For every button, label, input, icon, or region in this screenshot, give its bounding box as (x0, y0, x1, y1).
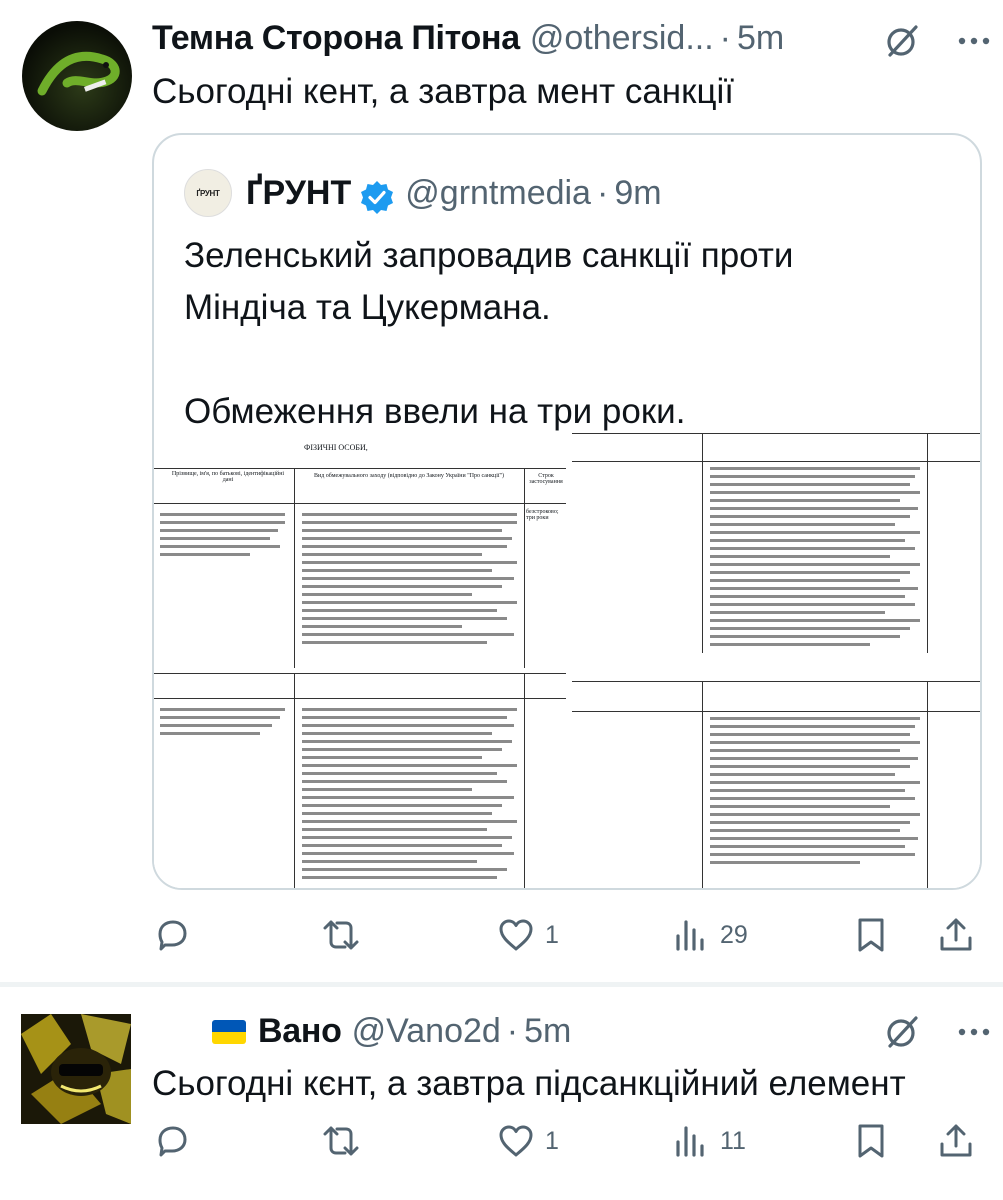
tweet-actions: 1 29 (152, 910, 982, 960)
retweet-icon (323, 920, 359, 950)
quoted-tweet-text: Зеленський запровадив санкції проти Мінд… (184, 230, 793, 438)
analytics-icon (676, 920, 704, 951)
share-icon (940, 918, 972, 951)
like-count: 1 (545, 920, 559, 949)
separator-dot: · (719, 19, 731, 57)
more-icon[interactable] (954, 1012, 994, 1052)
timestamp[interactable]: 5m (737, 18, 784, 58)
tweet-header: Темна Сторона Пітона @othersid... · 5m (152, 18, 784, 58)
like-button[interactable]: 1 (497, 1116, 559, 1166)
text-line-blank (184, 334, 793, 386)
grok-icon[interactable] (882, 1012, 922, 1052)
like-count: 1 (545, 1126, 559, 1155)
retweet-button[interactable] (322, 1116, 370, 1166)
tweet-actions: 1 11 (152, 1116, 982, 1166)
share-button[interactable] (937, 1116, 975, 1166)
reply-button[interactable] (152, 1116, 200, 1166)
tweet-top-actions (882, 21, 994, 61)
text-line: Зеленський запровадив санкції проти (184, 236, 794, 275)
document-image[interactable] (572, 433, 980, 888)
retweet-icon (323, 1126, 359, 1156)
username[interactable]: @othersid... (530, 18, 714, 58)
display-name[interactable]: Вано (258, 1011, 342, 1051)
avatar[interactable] (21, 1014, 131, 1124)
bookmark-button[interactable] (852, 910, 890, 960)
heart-icon (499, 1125, 533, 1157)
avatar[interactable] (22, 21, 132, 131)
more-icon[interactable] (954, 21, 994, 61)
separator-dot: · (596, 173, 609, 212)
grok-icon[interactable] (882, 21, 922, 61)
retweet-button[interactable] (322, 910, 370, 960)
avatar[interactable]: ҐРУНТ (184, 169, 232, 217)
tweet-header: Вано @Vano2d · 5m (212, 1011, 571, 1051)
share-button[interactable] (937, 910, 975, 960)
quoted-tweet-header: ҐРУНТ ҐРУНТ @grntmedia · 9m (184, 169, 662, 217)
timestamp[interactable]: 5m (524, 1011, 571, 1051)
ukraine-flag-icon (212, 1020, 246, 1044)
views-count: 11 (720, 1126, 746, 1155)
quoted-tweet[interactable]: ҐРУНТ ҐРУНТ @grntmedia · 9m Зеленський з… (152, 133, 982, 890)
display-name[interactable]: Темна Сторона Пітона (152, 18, 520, 58)
tweet[interactable]: Темна Сторона Пітона @othersid... · 5m С… (0, 0, 1003, 982)
analytics-icon (676, 1126, 704, 1157)
heart-icon (499, 919, 533, 951)
display-name[interactable]: ҐРУНТ (246, 174, 351, 213)
document-title: ФІЗИЧНІ ОСОБИ, (304, 443, 368, 452)
tweet-text: Сьогодні кєнт, а завтра підсанкційний ел… (152, 1064, 906, 1103)
views-button[interactable]: 11 (672, 1116, 746, 1166)
term-cell: безстроково; три роки (526, 509, 559, 521)
username[interactable]: @Vano2d (352, 1011, 501, 1051)
reply-icon (158, 920, 187, 951)
views-count: 29 (720, 920, 748, 949)
bookmark-icon (858, 1124, 884, 1158)
verified-badge-icon (361, 181, 394, 214)
media-grid[interactable]: ФІЗИЧНІ ОСОБИ, Прізвище, ім'я, по батько… (154, 433, 980, 888)
document-image[interactable]: ФІЗИЧНІ ОСОБИ, Прізвище, ім'я, по батько… (154, 433, 566, 888)
text-line: Обмеження ввели на три роки. (184, 392, 686, 431)
reply-button[interactable] (152, 910, 200, 960)
timestamp[interactable]: 9m (614, 174, 661, 213)
column-header: Строк застосування (529, 473, 563, 485)
text-line: Міндіча та Цукермана. (184, 288, 551, 327)
like-button[interactable]: 1 (497, 910, 559, 960)
reply-icon (158, 1126, 187, 1157)
views-button[interactable]: 29 (672, 910, 748, 960)
username[interactable]: @grntmedia (405, 174, 591, 213)
share-icon (940, 1124, 972, 1157)
tweet-text: Сьогодні кент, а завтра мент санкції (152, 72, 734, 111)
column-header: Вид обмежувального заходу (відповідно до… (313, 473, 505, 479)
column-header: Прізвище, ім'я, по батькові, ідентифікац… (171, 471, 285, 483)
bookmark-button[interactable] (852, 1116, 890, 1166)
separator-dot: · (506, 1012, 519, 1050)
bookmark-icon (858, 918, 884, 952)
tweet-top-actions (882, 1012, 994, 1052)
